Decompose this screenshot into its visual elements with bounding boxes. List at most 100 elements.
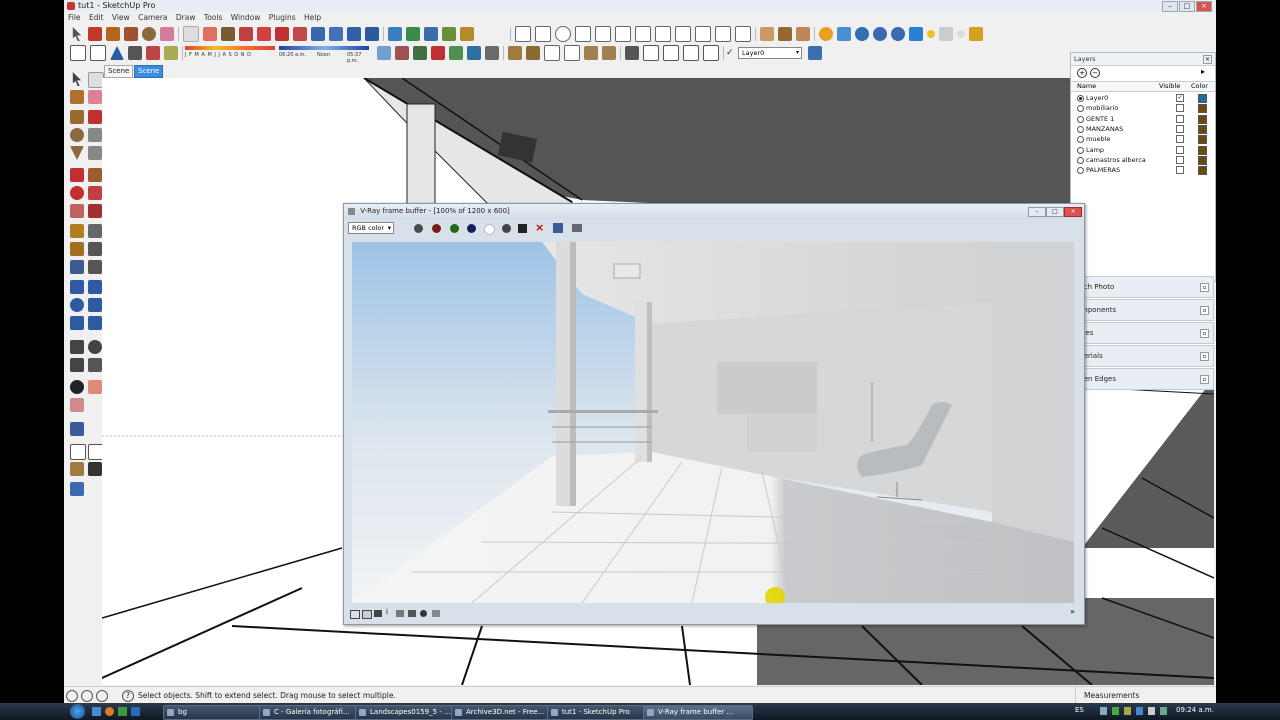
protractor-icon[interactable] (70, 242, 84, 256)
circle-tool-icon[interactable] (70, 128, 84, 142)
texture-icon-2[interactable] (526, 46, 540, 60)
tray-expand-icon[interactable]: ▫ (1200, 283, 1209, 292)
right-view-icon[interactable] (128, 46, 142, 60)
measurements-box[interactable]: Measurements (1075, 687, 1216, 703)
start-button[interactable] (70, 704, 85, 719)
tray-expand-icon[interactable]: ▫ (1200, 352, 1209, 361)
omni-light-icon[interactable] (927, 30, 935, 38)
add-detail-icon[interactable] (467, 46, 481, 60)
help-icon[interactable]: ? (122, 690, 134, 702)
pan-tool-icon[interactable] (88, 280, 102, 294)
volume-icon[interactable] (1148, 707, 1155, 715)
vray-rt-icon[interactable] (873, 27, 887, 41)
eraser-icon[interactable] (160, 27, 174, 41)
layer-color-swatch[interactable] (1198, 94, 1207, 103)
smoove-tool-icon[interactable] (70, 398, 84, 412)
scale-icon[interactable] (293, 27, 307, 41)
zoom-window-icon[interactable] (88, 298, 102, 312)
layer-row[interactable]: Layer0 ✓ (1075, 93, 1209, 103)
tab-scene-2[interactable]: Scene 2 (134, 65, 164, 86)
layer-name[interactable]: mueble (1086, 134, 1110, 144)
tray-icon-3[interactable] (1124, 707, 1131, 715)
share-model-icon[interactable] (406, 27, 420, 41)
text-tool-icon[interactable] (88, 242, 102, 256)
front-view-icon[interactable] (110, 46, 124, 60)
geo-location-icon[interactable] (66, 690, 78, 702)
3d-text-icon[interactable] (88, 260, 102, 274)
earth-icon[interactable] (424, 27, 438, 41)
levels-icon[interactable] (362, 610, 372, 619)
rectangle-icon[interactable] (124, 27, 138, 41)
layer-visible-checkbox[interactable] (1176, 145, 1184, 154)
add-layer-icon[interactable]: + (1077, 68, 1087, 78)
rotate-draw-icon[interactable] (675, 26, 691, 42)
layer-visible-checkbox[interactable] (1176, 104, 1184, 113)
shaded-textures-icon[interactable] (602, 46, 616, 60)
histogram-icon[interactable] (408, 610, 416, 617)
tray-scenes[interactable]: nes ▫ (1070, 322, 1214, 344)
expand-panel-icon[interactable]: » (1070, 607, 1075, 616)
layer-name[interactable]: MANZANAS (1086, 124, 1123, 134)
menu-edit[interactable]: Edit (89, 13, 104, 22)
layer-name[interactable]: Lamp (1086, 145, 1104, 155)
rectangle-tool-icon[interactable] (70, 110, 84, 124)
tray-icon-2[interactable] (1112, 707, 1119, 715)
layer-color-swatch[interactable] (1198, 114, 1207, 124)
layer-visible-checkbox[interactable] (1176, 135, 1184, 144)
share-component-icon[interactable] (460, 27, 474, 41)
section-plane-icon[interactable] (760, 27, 774, 41)
layer-color-swatch[interactable] (1198, 104, 1207, 114)
layer-name[interactable]: PALMERAS (1086, 165, 1120, 175)
scale-tool-icon[interactable] (70, 204, 84, 218)
zoom-tool-icon[interactable] (70, 298, 84, 312)
layer-visible-checkbox[interactable] (1176, 124, 1184, 133)
layer-visible-checkbox[interactable] (1176, 166, 1184, 175)
zoom-extents-icon[interactable] (365, 27, 379, 41)
arc-tool-icon[interactable] (88, 128, 102, 142)
vray-material-editor-icon[interactable] (837, 27, 851, 41)
mono-icon[interactable] (502, 224, 511, 233)
layer-name[interactable]: camastros alberca (1086, 155, 1146, 165)
layer-color-swatch[interactable] (1198, 124, 1207, 134)
rect-light-icon[interactable] (939, 27, 953, 41)
quicklaunch-desktop-icon[interactable] (92, 707, 101, 716)
close-button[interactable]: × (1196, 1, 1212, 12)
layer-color-swatch[interactable] (1198, 166, 1207, 176)
freehand-tool-icon[interactable] (88, 146, 102, 160)
stamp-icon[interactable] (431, 46, 445, 60)
active-layer-radio[interactable] (1077, 95, 1084, 102)
rotate-tool-icon[interactable] (70, 186, 84, 200)
clock[interactable]: 09:24 a.m. (1176, 706, 1214, 714)
shaded-icon[interactable] (584, 46, 598, 60)
pixel-info-icon[interactable] (432, 610, 440, 617)
layer-dropdown[interactable]: Layer0 ▾ (738, 47, 802, 59)
flip-edge-icon[interactable] (485, 46, 499, 60)
active-layer-radio[interactable] (1077, 125, 1084, 133)
vray-options-icon[interactable] (819, 27, 833, 41)
active-layer-radio[interactable] (1077, 167, 1084, 175)
shadows-toggle-icon[interactable] (377, 46, 391, 60)
menu-file[interactable]: File (68, 13, 81, 22)
delete-layer-icon[interactable]: − (1090, 68, 1100, 78)
tape-measure-icon[interactable] (70, 224, 84, 238)
active-layer-radio[interactable] (1077, 115, 1084, 123)
menu-view[interactable]: View (112, 13, 130, 22)
tray-soften-edges[interactable]: ten Edges ▫ (1070, 368, 1214, 390)
network-icon[interactable] (1160, 707, 1167, 715)
vray-help-icon[interactable] (909, 27, 923, 41)
house-icon-3[interactable] (663, 45, 679, 61)
menu-tools[interactable]: Tools (204, 13, 222, 22)
taskbar-item-archive3d[interactable]: Archive3D.net - Free... (451, 705, 561, 720)
move-icon[interactable] (239, 27, 253, 41)
house-icon-1[interactable] (625, 46, 639, 60)
section-tool-icon[interactable] (88, 358, 102, 372)
monochrome-style-icon[interactable] (88, 462, 102, 476)
tray-match-photo[interactable]: tch Photo ▫ (1070, 276, 1214, 298)
channel-select[interactable]: RGB color ▾ (348, 222, 394, 234)
iso-view-icon[interactable] (70, 45, 86, 61)
layer-visible-checkbox[interactable] (1176, 114, 1184, 123)
menu-draw[interactable]: Draw (176, 13, 196, 22)
previous-view-icon[interactable] (88, 316, 102, 330)
quicklaunch-browser-icon[interactable] (105, 707, 114, 716)
move-tool-icon[interactable] (70, 168, 84, 182)
